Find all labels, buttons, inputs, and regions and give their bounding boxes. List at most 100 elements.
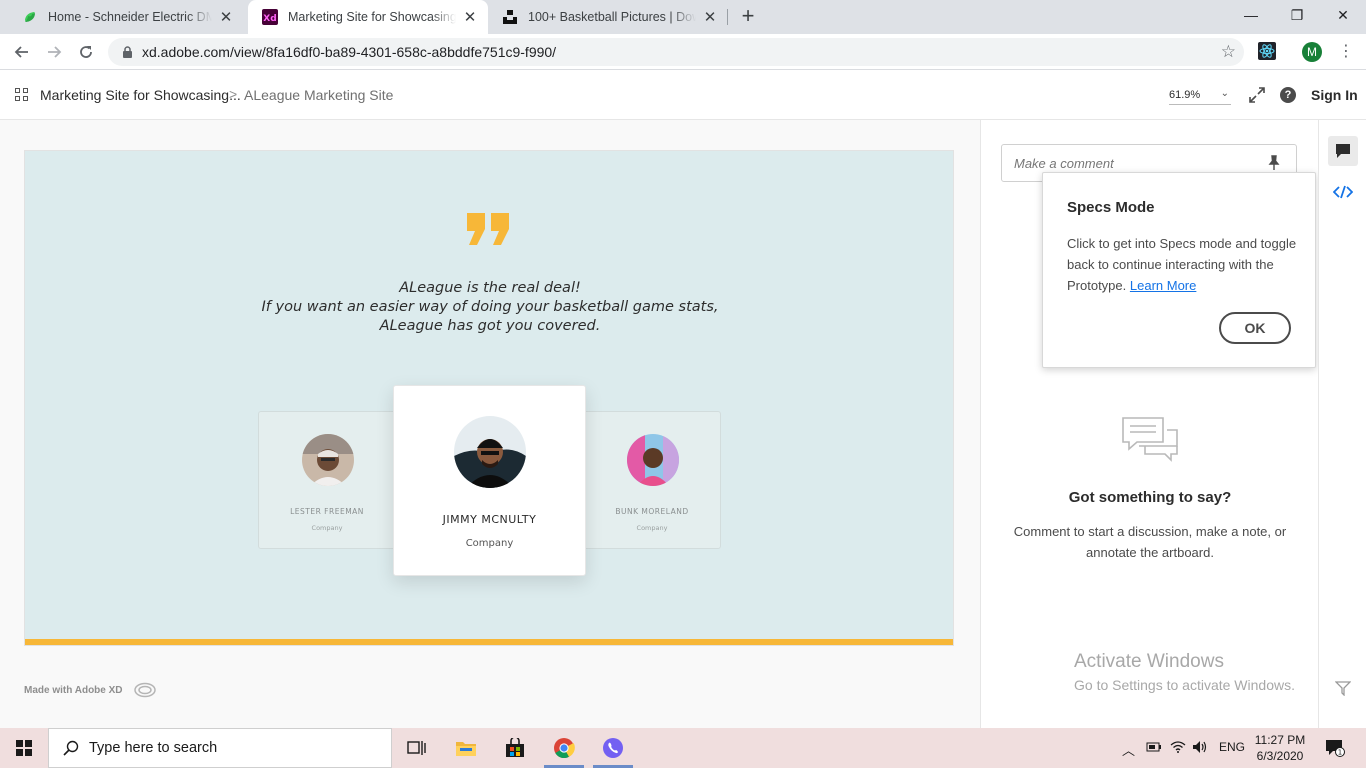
- lock-icon: [120, 45, 134, 59]
- popover-body: Click to get into Specs mode and toggle …: [1067, 233, 1299, 296]
- react-devtools-extension-icon[interactable]: [1258, 42, 1276, 60]
- xd-header: Marketing Site for Showcasing... > ALeag…: [0, 70, 1366, 120]
- tab-basketball[interactable]: 100+ Basketball Pictures | Download ✕: [488, 0, 728, 34]
- browser-tab-strip: Home - Schneider Electric DMS ✕ Xd Marke…: [0, 0, 1366, 34]
- windows-taskbar: Type here to search ︿ ENG 11:27 PM 6/3/2…: [0, 728, 1366, 768]
- testimonial-name: LESTER FREEMAN: [290, 507, 364, 516]
- tab-title: 100+ Basketball Pictures | Download: [528, 10, 696, 24]
- close-window-button[interactable]: ✕: [1320, 0, 1366, 30]
- address-bar[interactable]: xd.adobe.com/view/8fa16df0-ba89-4301-658…: [108, 38, 1244, 66]
- tab-title: Marketing Site for Showcasing the: [288, 10, 456, 24]
- testimonial-quote: ALeague is the real deal! If you want an…: [25, 279, 953, 336]
- tab-title: Home - Schneider Electric DMS: [48, 10, 212, 24]
- right-rail: [1318, 120, 1366, 728]
- quote-icon: [467, 213, 509, 245]
- file-explorer-icon[interactable]: [454, 736, 478, 760]
- creative-cloud-icon: [133, 682, 156, 698]
- empty-state-body: Comment to start a discussion, make a no…: [1013, 524, 1287, 560]
- pin-icon[interactable]: [1266, 155, 1282, 171]
- comment-icon: [1336, 144, 1350, 158]
- grid-view-icon[interactable]: [15, 88, 28, 101]
- restore-button[interactable]: ❐: [1274, 0, 1320, 30]
- clock-time: 11:27 PM: [1254, 733, 1306, 747]
- testimonial-card-jimmy[interactable]: JIMMY MCNULTY Company: [393, 385, 586, 576]
- notification-count: 1: [1338, 749, 1342, 757]
- close-icon[interactable]: ✕: [218, 8, 234, 26]
- testimonial-name: JIMMY MCNULTY: [442, 513, 537, 526]
- learn-more-link[interactable]: Learn More: [1130, 278, 1196, 293]
- new-tab-button[interactable]: +: [737, 5, 759, 27]
- sign-in-button[interactable]: Sign In: [1311, 87, 1358, 103]
- viber-icon[interactable]: [601, 736, 625, 760]
- help-icon[interactable]: ?: [1280, 87, 1296, 103]
- search-icon: [63, 740, 79, 756]
- testimonial-company: Company: [465, 538, 514, 549]
- browser-toolbar: xd.adobe.com/view/8fa16df0-ba89-4301-658…: [0, 34, 1366, 70]
- chevron-down-icon: ⌄: [1220, 88, 1229, 99]
- tab-xd-marketing[interactable]: Xd Marketing Site for Showcasing the ✕: [248, 0, 488, 34]
- wifi-icon[interactable]: [1170, 740, 1186, 754]
- bookmark-star-icon[interactable]: ☆: [1221, 42, 1236, 62]
- unsplash-logo-icon: [502, 9, 518, 25]
- ok-button[interactable]: OK: [1219, 312, 1291, 344]
- forward-icon[interactable]: [42, 40, 66, 64]
- breadcrumb-project[interactable]: Marketing Site for Showcasing...: [40, 87, 241, 103]
- battery-icon[interactable]: [1146, 740, 1162, 754]
- clock[interactable]: 11:27 PM 6/3/2020: [1250, 732, 1310, 764]
- chrome-icon[interactable]: [552, 736, 576, 760]
- svg-text:Xd: Xd: [263, 14, 276, 24]
- avatar: [627, 434, 679, 486]
- minimize-button[interactable]: —: [1228, 0, 1274, 30]
- quote-line: ALeague has got you covered.: [379, 318, 601, 334]
- microsoft-store-icon[interactable]: [503, 736, 527, 760]
- specs-mode-icon[interactable]: [1333, 184, 1353, 200]
- clock-date: 6/3/2020: [1256, 749, 1304, 763]
- accent-bar: [25, 639, 953, 645]
- close-icon[interactable]: ✕: [462, 8, 478, 26]
- comment-placeholder: Make a comment: [1014, 156, 1114, 171]
- profile-avatar[interactable]: M: [1302, 42, 1322, 62]
- made-with-label: Made with Adobe XD: [24, 684, 123, 696]
- empty-state-title: Got something to say?: [1068, 489, 1232, 506]
- made-with-xd: Made with Adobe XD: [24, 682, 157, 698]
- testimonial-name: BUNK MORELAND: [615, 507, 689, 516]
- adobe-xd-logo-icon: Xd: [262, 9, 278, 25]
- comments-toggle-button[interactable]: [1328, 136, 1358, 166]
- quote-line: ALeague is the real deal!: [399, 280, 581, 296]
- taskbar-search[interactable]: Type here to search: [48, 728, 392, 768]
- tray-chevron-up-icon[interactable]: ︿: [1122, 740, 1135, 759]
- windows-start-icon[interactable]: [16, 740, 32, 756]
- comments-panel: Make a comment Specs Mode Click to get i…: [980, 120, 1318, 728]
- testimonial-company: Company: [636, 524, 668, 532]
- specs-mode-popover: Specs Mode Click to get into Specs mode …: [1042, 172, 1316, 368]
- activate-windows-title: Activate Windows: [1074, 651, 1224, 672]
- zoom-select[interactable]: 61.9% ⌄: [1169, 88, 1231, 105]
- popover-title: Specs Mode: [1067, 199, 1155, 216]
- language-indicator[interactable]: ENG: [1219, 740, 1245, 754]
- zoom-value: 61.9%: [1169, 89, 1201, 101]
- quote-line: If you want an easier way of doing your …: [261, 299, 719, 315]
- fullscreen-icon[interactable]: [1248, 86, 1266, 104]
- testimonial-card-lester[interactable]: LESTER FREEMAN Company: [258, 411, 396, 549]
- artboard[interactable]: ALeague is the real deal! If you want an…: [24, 150, 954, 646]
- volume-icon[interactable]: [1192, 740, 1208, 754]
- filter-icon[interactable]: [1335, 680, 1351, 696]
- back-icon[interactable]: [10, 40, 34, 64]
- breadcrumb-separator: >: [229, 86, 238, 102]
- schneider-logo-icon: [22, 9, 38, 25]
- tab-schneider[interactable]: Home - Schneider Electric DMS ✕: [8, 0, 244, 34]
- testimonial-company: Company: [311, 524, 343, 532]
- prototype-workspace: ALeague is the real deal! If you want an…: [0, 120, 980, 728]
- search-placeholder: Type here to search: [89, 740, 218, 756]
- task-view-icon[interactable]: [404, 736, 428, 760]
- notifications-icon[interactable]: 1: [1325, 739, 1345, 757]
- close-icon[interactable]: ✕: [702, 8, 718, 26]
- activate-windows-subtitle: Go to Settings to activate Windows.: [1074, 677, 1295, 693]
- avatar: [454, 416, 526, 488]
- chat-bubbles-icon: [1122, 417, 1178, 462]
- tab-separator: [727, 9, 728, 25]
- testimonial-card-bunk[interactable]: BUNK MORELAND Company: [583, 411, 721, 549]
- reload-icon[interactable]: [74, 40, 98, 64]
- url-text: xd.adobe.com/view/8fa16df0-ba89-4301-658…: [142, 44, 557, 60]
- browser-menu-icon[interactable]: ⋮: [1338, 42, 1354, 62]
